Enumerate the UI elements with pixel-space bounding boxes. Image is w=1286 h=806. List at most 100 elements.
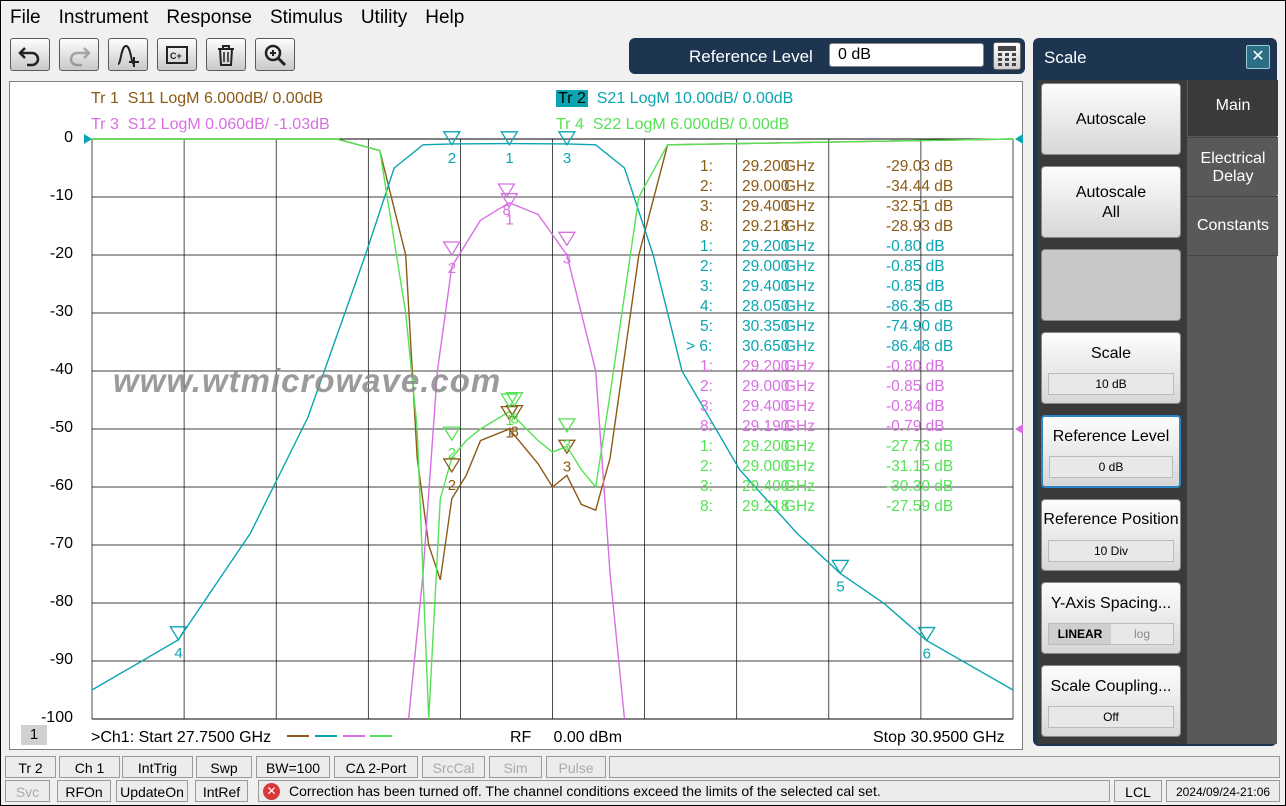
marker-value: -0.80 dB: [886, 358, 945, 375]
marker-value: -86.48 dB: [886, 338, 954, 355]
marker-symbol[interactable]: [557, 231, 577, 247]
marker-frequency: 29.200: [742, 158, 790, 175]
marker-value: -30.30 dB: [886, 478, 954, 495]
reference-position-button[interactable]: Reference Position 10 Div: [1041, 499, 1181, 571]
marker-unit: GHz: [784, 498, 815, 515]
marker-number: 3:: [700, 198, 713, 215]
marker-symbol[interactable]: [442, 131, 461, 147]
marker-row[interactable]: 2: 29.000 GHz -31.15 dB: [686, 458, 966, 478]
status-item-svc[interactable]: Svc: [5, 780, 50, 802]
marker-row[interactable]: 3: 29.400 GHz -0.84 dB: [686, 398, 966, 418]
tab-constants[interactable]: Constants: [1188, 196, 1278, 256]
marker-value: -0.84 dB: [886, 398, 945, 415]
marker-frequency: 29.200: [742, 438, 790, 455]
marker-symbol[interactable]: [497, 183, 516, 199]
marker-frequency: 29.000: [742, 258, 790, 275]
marker-number: 3:: [700, 478, 713, 495]
marker-row[interactable]: 1: 29.200 GHz -29.03 dB: [686, 158, 966, 178]
marker-symbol[interactable]: [557, 131, 577, 147]
marker-value: -0.85 dB: [886, 378, 945, 395]
marker-row[interactable]: 2: 29.000 GHz -34.44 dB: [686, 178, 966, 198]
marker-row[interactable]: 2: 29.000 GHz -0.85 dB: [686, 258, 966, 278]
marker-row[interactable]: 2: 29.000 GHz -0.85 dB: [686, 378, 966, 398]
marker-symbol-label: 3: [563, 437, 571, 454]
marker-frequency: 29.400: [742, 198, 790, 215]
marker-row[interactable]: > 6: 30.650 GHz -86.48 dB: [686, 338, 966, 358]
marker-symbol[interactable]: [557, 418, 577, 434]
scale-coupling-button[interactable]: Scale Coupling... Off: [1041, 665, 1181, 737]
marker-row[interactable]: 8: 29.218 GHz -28.93 dB: [686, 218, 966, 238]
tab-main[interactable]: Main: [1188, 80, 1278, 136]
marker-symbol-label: 3: [563, 150, 571, 167]
marker-number: 1:: [700, 438, 713, 455]
status-item-inttrig[interactable]: IntTrig: [122, 756, 193, 778]
marker-row[interactable]: 3: 29.400 GHz -30.30 dB: [686, 478, 966, 498]
status-item-tr-2[interactable]: Tr 2: [5, 756, 56, 778]
y-axis-spacing-label: Y-Axis Spacing...: [1050, 595, 1172, 612]
y-axis-spacing-button[interactable]: Y-Axis Spacing... LINEAR log: [1041, 582, 1181, 654]
marker-row[interactable]: 1: 29.200 GHz -0.80 dB: [686, 358, 966, 378]
marker-symbol[interactable]: [442, 241, 461, 257]
marker-row[interactable]: 3: 29.400 GHz -0.85 dB: [686, 278, 966, 298]
marker-frequency: 28.050: [742, 298, 790, 315]
linear-option[interactable]: LINEAR: [1049, 624, 1111, 644]
marker-value: -27.59 dB: [886, 498, 954, 515]
status-item-updateon[interactable]: UpdateOn: [116, 780, 188, 802]
marker-number: 2:: [700, 458, 713, 475]
status-item-pulse[interactable]: Pulse: [546, 756, 606, 778]
autoscale-button[interactable]: Autoscale: [1041, 83, 1181, 155]
marker-unit: GHz: [784, 358, 815, 375]
channel-number-badge[interactable]: 1: [21, 725, 47, 745]
marker-frequency: 29.218: [742, 218, 790, 235]
marker-number: 3:: [700, 398, 713, 415]
status-item-bw-100[interactable]: BW=100: [256, 756, 330, 778]
status-item-sim[interactable]: Sim: [489, 756, 542, 778]
rf-power-label: RF 0.00 dBm: [510, 729, 623, 746]
marker-unit: GHz: [784, 398, 815, 415]
status-message: Correction has been turned off. The chan…: [289, 783, 881, 799]
marker-symbol-label: 5: [836, 578, 844, 595]
marker-symbol-label: 1: [505, 150, 513, 167]
marker-frequency: 29.200: [742, 358, 790, 375]
marker-value: -74.90 dB: [886, 318, 954, 335]
marker-row[interactable]: 5: 30.350 GHz -74.90 dB: [686, 318, 966, 338]
marker-symbol[interactable]: [500, 131, 519, 147]
marker-row[interactable]: 3: 29.400 GHz -32.51 dB: [686, 198, 966, 218]
marker-value: -0.80 dB: [886, 238, 945, 255]
marker-symbol-label: 6: [923, 646, 931, 663]
status-item-swp[interactable]: Swp: [196, 756, 252, 778]
error-icon: ✕: [263, 783, 280, 800]
status-item-rfon[interactable]: RFOn: [57, 780, 111, 802]
marker-frequency: 29.400: [742, 278, 790, 295]
marker-number: 8:: [700, 218, 713, 235]
marker-value: -34.44 dB: [886, 178, 954, 195]
marker-number: 3:: [700, 278, 713, 295]
marker-number: 8:: [700, 418, 713, 435]
marker-row[interactable]: 8: 29.218 GHz -27.59 dB: [686, 498, 966, 518]
marker-row[interactable]: 1: 29.200 GHz -27.73 dB: [686, 438, 966, 458]
status-item-srccal[interactable]: SrcCal: [422, 756, 485, 778]
marker-row[interactable]: 8: 29.190 GHz -0.79 dB: [686, 418, 966, 438]
marker-value: -29.03 dB: [886, 158, 954, 175]
scale-label: Scale: [1090, 345, 1132, 362]
status-item-ch-1[interactable]: Ch 1: [59, 756, 120, 778]
marker-frequency: 29.000: [742, 458, 790, 475]
marker-row[interactable]: 1: 29.200 GHz -0.80 dB: [686, 238, 966, 258]
reference-level-button[interactable]: Reference Level 0 dB: [1041, 415, 1181, 488]
marker-frequency: 30.350: [742, 318, 790, 335]
marker-symbol-label: 8: [511, 411, 519, 428]
tab-electrical-delay[interactable]: Electrical Delay: [1188, 137, 1278, 195]
marker-symbol[interactable]: [831, 559, 850, 575]
marker-frequency: 29.200: [742, 238, 790, 255]
log-option[interactable]: log: [1111, 624, 1173, 644]
marker-unit: GHz: [784, 338, 815, 355]
scale-button[interactable]: Scale 10 dB: [1041, 332, 1181, 404]
status-item-c-2-port[interactable]: CΔ 2-Port: [334, 756, 418, 778]
reference-level-button-label: Reference Level: [1052, 428, 1170, 445]
ref-arrow-right: [1015, 134, 1023, 144]
close-icon[interactable]: ✕: [1246, 45, 1270, 69]
marker-row[interactable]: 4: 28.050 GHz -86.35 dB: [686, 298, 966, 318]
status-item-intref[interactable]: IntRef: [195, 780, 248, 802]
marker-symbol-label: 2: [448, 260, 456, 277]
autoscale-all-button[interactable]: Autoscale All: [1041, 166, 1181, 238]
